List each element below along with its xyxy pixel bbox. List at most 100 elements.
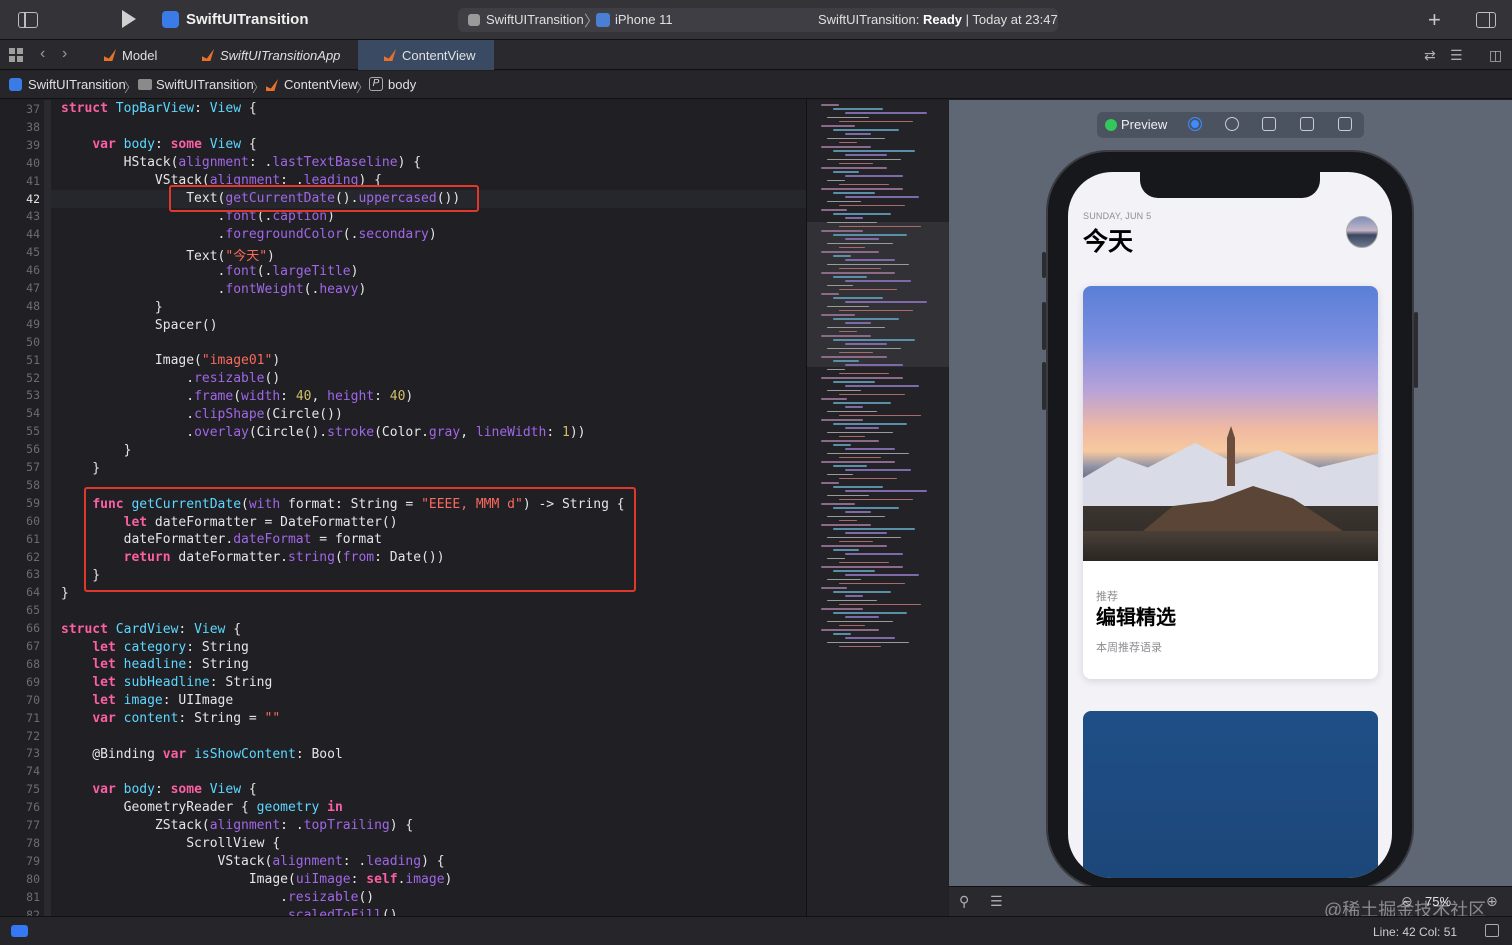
- code-line[interactable]: let headline: String: [61, 657, 249, 672]
- breadcrumb-file[interactable]: ContentView: [284, 77, 357, 92]
- split-editor-icon[interactable]: ◫: [1489, 47, 1502, 64]
- duplicate-preview-icon[interactable]: [1338, 117, 1352, 131]
- code-line[interactable]: }: [61, 443, 132, 458]
- editor-tab-bar: ‹ › Model SwiftUITransitionApp ContentVi…: [0, 40, 1512, 70]
- code-line[interactable]: Spacer(): [61, 318, 218, 333]
- lake-shape: [1083, 531, 1378, 561]
- minimap-line: [839, 561, 889, 564]
- swap-icon[interactable]: ⇄: [1424, 47, 1436, 64]
- minimap[interactable]: [806, 100, 949, 916]
- minimap-line: [821, 230, 863, 232]
- code-line[interactable]: let category: String: [61, 640, 249, 655]
- source-editor[interactable]: 37 38 39 40 41 42 43 44 45 46 47 48 49 50 51 52 53 54 55 56…: [0, 100, 806, 916]
- code-line[interactable]: .resizable(): [61, 371, 280, 386]
- line-number: 64: [26, 585, 40, 600]
- line-number: 80: [26, 871, 40, 886]
- card-subheadline: 本周推荐语录: [1096, 642, 1162, 654]
- minimap-line: [821, 608, 863, 610]
- code-line[interactable]: GeometryReader { geometry in: [61, 800, 343, 815]
- line-number: 55: [26, 424, 40, 439]
- navigator-toggle-icon[interactable]: [18, 12, 38, 28]
- code-line[interactable]: var body: some View {: [61, 782, 256, 797]
- code-line[interactable]: var content: String = "": [61, 711, 280, 726]
- minimap-line: [821, 146, 871, 148]
- live-status-dot: [1105, 119, 1117, 131]
- code-line[interactable]: .fontWeight(.heavy): [61, 282, 367, 297]
- minimap-line: [821, 335, 871, 337]
- scheme-icon: [468, 14, 480, 26]
- code-line[interactable]: .clipShape(Circle()): [61, 407, 343, 422]
- device-settings-icon[interactable]: [1300, 117, 1314, 131]
- code-line[interactable]: }: [61, 586, 69, 601]
- breadcrumb-symbol[interactable]: body: [388, 77, 416, 92]
- back-arrow-icon[interactable]: ‹: [40, 45, 45, 63]
- app-screen[interactable]: SUNDAY, JUN 5 今天 推荐 编辑精选 本周推荐语录: [1068, 172, 1392, 878]
- live-preview-icon[interactable]: [1188, 117, 1202, 131]
- status-bar: Line: 42 Col: 51: [0, 916, 1512, 945]
- code-line[interactable]: let image: UIImage: [61, 693, 233, 708]
- scheme-selector[interactable]: SwiftUITransition: [486, 12, 584, 27]
- code-line[interactable]: .frame(width: 40, height: 40): [61, 389, 413, 404]
- code-line[interactable]: }: [61, 461, 100, 476]
- tab-contentview[interactable]: ContentView: [358, 40, 494, 70]
- minimap-line: [827, 410, 877, 413]
- code-line[interactable]: }: [61, 300, 163, 315]
- device-selector[interactable]: iPhone 11: [615, 12, 673, 27]
- panel-toggle-icon[interactable]: [1485, 924, 1499, 937]
- breadcrumb-project[interactable]: SwiftUITransition: [28, 77, 126, 92]
- preview-toolbar: Preview: [1097, 112, 1364, 138]
- adjust-icon[interactable]: ☰: [990, 893, 1003, 910]
- minimap-line: [827, 557, 845, 560]
- minimap-line: [833, 234, 907, 236]
- pin-icon[interactable]: ⚲: [959, 893, 969, 910]
- editor-options-icon[interactable]: ☰: [1450, 47, 1463, 64]
- line-number: 49: [26, 316, 40, 331]
- code-line[interactable]: Image(uiImage: self.image): [61, 872, 453, 887]
- card-view[interactable]: 推荐 编辑精选 本周推荐语录: [1083, 286, 1378, 679]
- selectable-mode-icon[interactable]: [1225, 117, 1239, 131]
- code-line[interactable]: .font(.largeTitle): [61, 264, 359, 279]
- line-number: 50: [26, 334, 40, 349]
- minimap-line: [845, 406, 863, 408]
- code-line[interactable]: Image("image01"): [61, 353, 280, 368]
- add-library-button[interactable]: +: [1428, 7, 1441, 33]
- code-line[interactable]: var body: some View {: [61, 137, 256, 152]
- minimap-line: [821, 440, 879, 442]
- code-line[interactable]: .scaledToFill(): [61, 908, 397, 916]
- code-line[interactable]: .resizable(): [61, 890, 374, 905]
- code-line[interactable]: Text("今天"): [61, 245, 275, 264]
- minimap-line: [833, 339, 915, 341]
- minimap-line: [833, 402, 891, 404]
- tab-swiftuitransitionapp[interactable]: SwiftUITransitionApp: [198, 40, 358, 70]
- breadcrumb-folder[interactable]: SwiftUITransition: [156, 77, 254, 92]
- minimap-line: [821, 272, 895, 274]
- rotate-device-icon[interactable]: [1262, 117, 1276, 131]
- run-button[interactable]: [122, 10, 136, 28]
- preview-label: Preview: [1121, 117, 1168, 132]
- tab-model[interactable]: Model: [100, 40, 180, 70]
- zoom-in-icon[interactable]: ⊕: [1486, 893, 1498, 910]
- minimap-line: [821, 524, 871, 526]
- minimap-line: [839, 120, 913, 123]
- forward-arrow-icon[interactable]: ›: [62, 45, 67, 63]
- activity-view[interactable]: SwiftUITransition 〉 iPhone 11 SwiftUITra…: [458, 8, 1058, 32]
- code-line[interactable]: HStack(alignment: .lastTextBaseline) {: [61, 155, 421, 170]
- avatar[interactable]: [1346, 216, 1378, 248]
- code-line[interactable]: struct CardView: View {: [61, 622, 241, 637]
- related-items-icon[interactable]: [9, 48, 23, 62]
- minimap-line: [845, 574, 919, 576]
- minimap-line: [833, 570, 875, 572]
- code-line[interactable]: .foregroundColor(.secondary): [61, 227, 437, 242]
- code-line[interactable]: struct TopBarView: View {: [61, 101, 257, 116]
- code-line[interactable]: .overlay(Circle().stroke(Color.gray, lin…: [61, 425, 585, 440]
- debug-area-toggle-icon[interactable]: [11, 925, 28, 937]
- code-line[interactable]: @Binding var isShowContent: Bool: [61, 747, 342, 762]
- date-label: SUNDAY, JUN 5: [1083, 211, 1152, 221]
- code-line[interactable]: VStack(alignment: .leading) {: [61, 854, 445, 869]
- code-line[interactable]: ZStack(alignment: .topTrailing) {: [61, 818, 413, 833]
- code-line[interactable]: let subHeadline: String: [61, 675, 272, 690]
- line-number: 54: [26, 406, 40, 421]
- card-view-second[interactable]: [1083, 711, 1378, 878]
- inspector-toggle-icon[interactable]: [1476, 12, 1496, 28]
- code-line[interactable]: ScrollView {: [61, 836, 280, 851]
